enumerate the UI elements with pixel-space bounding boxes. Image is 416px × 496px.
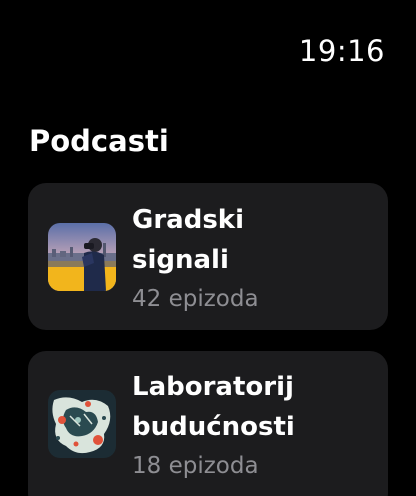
podcast-card-text: Laboratorij budućnosti 18 epizoda xyxy=(132,367,376,483)
podcast-card-gradski-signali[interactable]: Gradski signali 42 epizoda xyxy=(28,183,388,330)
status-time: 19:16 xyxy=(298,34,385,68)
episode-count: 18 epizoda xyxy=(132,453,259,479)
page-title: Podcasti xyxy=(29,124,169,158)
podcast-title: Gradski signali xyxy=(132,205,244,275)
podcast-card-laboratorij-buducnosti[interactable]: Laboratorij budućnosti 18 epizoda xyxy=(28,351,388,496)
podcast-title: Laboratorij budućnosti xyxy=(132,372,295,442)
podcast-card-text: Gradski signali 42 epizoda xyxy=(132,200,376,316)
abstract-science-artwork xyxy=(48,390,116,458)
watch-screen: 19:16 Podcasti Gradski signali 42 epizod… xyxy=(0,0,416,496)
episode-count: 42 epizoda xyxy=(132,286,259,312)
city-night-photographer-artwork xyxy=(48,223,116,291)
